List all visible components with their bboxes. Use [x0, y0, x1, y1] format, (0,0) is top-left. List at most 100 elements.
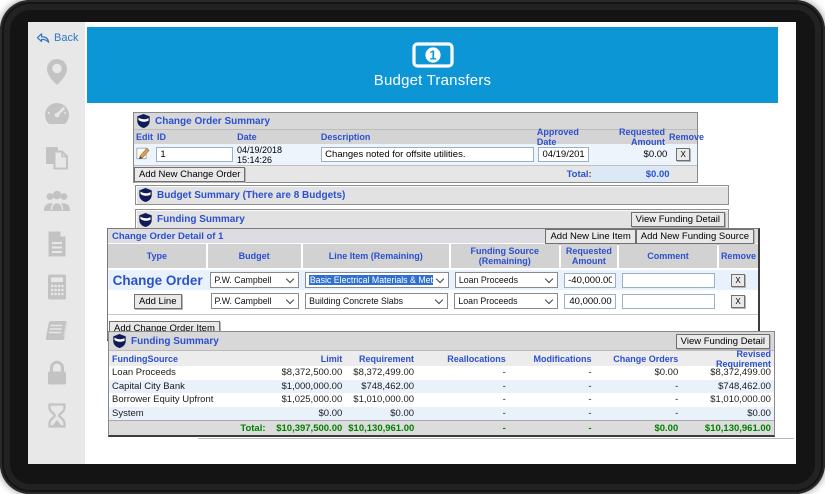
col-requested-amount: Requested Amount: [560, 244, 618, 268]
sidebar: Back: [28, 22, 85, 464]
funding-total-label: Total:: [240, 422, 266, 434]
col-reallocations: Reallocations: [447, 353, 506, 364]
funding-row: Loan Proceeds $8,372,500.00 $8,372,499.0…: [112, 367, 771, 379]
comment-input[interactable]: [621, 272, 716, 288]
funding-summary-bar-title: Funding Summary: [157, 214, 245, 225]
change-order-detail-header: Type Budget Line Item (Remaining) Fundin…: [108, 243, 758, 269]
col-limit: Limit: [320, 353, 343, 364]
location-pin-icon[interactable]: [42, 57, 72, 87]
app-window: Back 1 Budget Transfers Change Order Sum…: [28, 22, 796, 464]
screen-frame: Back 1 Budget Transfers Change Order Sum…: [0, 0, 825, 494]
date-value: 04/19/2018 15:14:26: [236, 144, 283, 165]
svg-text:1: 1: [429, 48, 436, 62]
col-remove: Remove: [718, 244, 758, 268]
edit-icon[interactable]: [136, 146, 150, 160]
hourglass-icon[interactable]: [42, 401, 72, 431]
document-icon[interactable]: [42, 229, 72, 259]
col-requirement: Requirement: [359, 353, 415, 364]
id-input[interactable]: [156, 147, 233, 162]
col-approved-date: Approved Date: [536, 127, 579, 147]
page-title: Budget Transfers: [373, 71, 492, 89]
page-header: 1 Budget Transfers: [87, 27, 778, 103]
chevron-down-icon: [285, 274, 295, 283]
description-input[interactable]: [321, 147, 535, 162]
add-line-button[interactable]: Add Line: [134, 293, 182, 309]
col-funding-source: Funding Source (Remaining): [451, 244, 559, 268]
col-edit: Edit: [136, 132, 153, 142]
add-new-funding-source-button[interactable]: Add New Funding Source: [635, 228, 754, 244]
change-order-detail-caption: Change Order Detail of 1 Add New Line It…: [108, 228, 758, 244]
divider: [198, 438, 794, 439]
users-group-icon[interactable]: [42, 186, 72, 216]
back-link[interactable]: Back: [36, 32, 78, 44]
view-funding-detail-button[interactable]: View Funding Detail: [630, 212, 725, 227]
calculator-icon[interactable]: [42, 272, 72, 302]
col-date: Date: [237, 132, 257, 142]
change-order-summary-footer: Add New Change Order Total: $0.00: [134, 165, 697, 182]
col-requested-amount: Requested Amount: [618, 127, 665, 147]
chevron-down-icon: [544, 295, 554, 304]
funding-summary-bar[interactable]: Funding Summary View Funding Detail: [135, 209, 729, 230]
change-order-row: 04/19/2018 15:14:26 $0.00 X: [134, 144, 697, 165]
budget-select[interactable]: P.W. Campbell: [210, 293, 300, 309]
shield-icon: [113, 334, 126, 348]
funding-total-row: Total: $10,397,500.00 $10,130,961.00 - -…: [109, 420, 774, 435]
funding-source-select[interactable]: Loan Proceeds: [454, 293, 558, 309]
funding-summary-header: FundingSource Limit Requirement Realloca…: [109, 348, 774, 369]
detail-row-1: Change Order P.W. Campbell Basic Electri…: [108, 269, 758, 290]
line-item-select[interactable]: Basic Electrical Materials & Methods: [304, 272, 449, 288]
requested-amount-value: $0.00: [643, 149, 668, 160]
back-arrow-icon: [36, 33, 50, 43]
remove-line-button[interactable]: X: [731, 294, 746, 308]
copy-documents-icon[interactable]: [42, 143, 72, 173]
change-order-detail-panel: Change Order Detail of 1 Add New Line It…: [107, 228, 760, 341]
line-item-select[interactable]: Building Concrete Slabs: [305, 293, 449, 309]
shield-icon: [137, 114, 150, 128]
col-comment: Comment: [619, 244, 717, 268]
requested-amount-input[interactable]: [564, 272, 616, 288]
back-label: Back: [54, 32, 79, 44]
remove-line-button[interactable]: X: [731, 273, 746, 287]
funding-row: System $0.00 $0.00 - - - $0.00: [109, 406, 774, 420]
col-type: Type: [108, 244, 206, 268]
total-value: $0.00: [591, 166, 670, 182]
col-id: ID: [157, 132, 166, 142]
add-new-change-order-button[interactable]: Add New Change Order: [134, 166, 246, 182]
change-order-type-label: Change Order: [112, 272, 203, 288]
approved-date-input[interactable]: [538, 147, 590, 162]
dashboard-gauge-icon[interactable]: [42, 100, 72, 130]
col-change-orders: Change Orders: [613, 353, 679, 364]
funding-row: Capital City Bank $1,000,000.00 $748,462…: [109, 379, 774, 393]
money-bill-icon: 1: [411, 41, 454, 68]
col-remove: Remove: [668, 132, 704, 142]
shield-icon: [139, 212, 152, 227]
chevron-down-icon: [435, 274, 445, 283]
lock-icon[interactable]: [42, 358, 72, 388]
budget-select[interactable]: P.W. Campbell: [210, 272, 299, 288]
col-funding-source: FundingSource: [112, 353, 178, 364]
change-order-summary-title: Change Order Summary: [155, 115, 271, 127]
budget-summary-bar[interactable]: Budget Summary (There are 8 Budgets): [135, 185, 729, 205]
funding-summary-title: Funding Summary: [131, 335, 219, 347]
detail-row-2: Add Line P.W. Campbell Building Concrete…: [108, 290, 758, 311]
change-order-summary-panel: Change Order Summary Edit ID Date Descri…: [133, 112, 704, 183]
budget-summary-title: Budget Summary (There are 8 Budgets): [157, 189, 346, 201]
requested-amount-input[interactable]: [563, 293, 616, 309]
view-funding-detail-button[interactable]: View Funding Detail: [675, 333, 770, 349]
col-revised-requirement: Revised Requirement: [715, 348, 771, 369]
chevron-down-icon: [544, 274, 554, 283]
remove-change-order-button[interactable]: X: [676, 148, 691, 161]
funding-row: Borrower Equity Upfront $1,025,000.00 $1…: [112, 394, 771, 406]
col-budget: Budget: [207, 244, 301, 268]
funding-summary-panel: Funding Summary View Funding Detail Fund…: [108, 331, 775, 437]
funding-source-select[interactable]: Loan Proceeds: [454, 272, 559, 288]
total-label: Total:: [566, 168, 592, 180]
chevron-down-icon: [285, 295, 295, 304]
add-new-line-item-button[interactable]: Add New Line Item: [545, 228, 636, 244]
col-line-item: Line Item (Remaining): [302, 244, 450, 268]
change-order-summary-header: Edit ID Date Description Approved Date R…: [134, 127, 704, 147]
shield-icon: [139, 188, 152, 202]
col-modifications: Modifications: [533, 353, 592, 364]
ledger-book-icon[interactable]: [42, 315, 72, 345]
comment-input[interactable]: [621, 293, 716, 309]
